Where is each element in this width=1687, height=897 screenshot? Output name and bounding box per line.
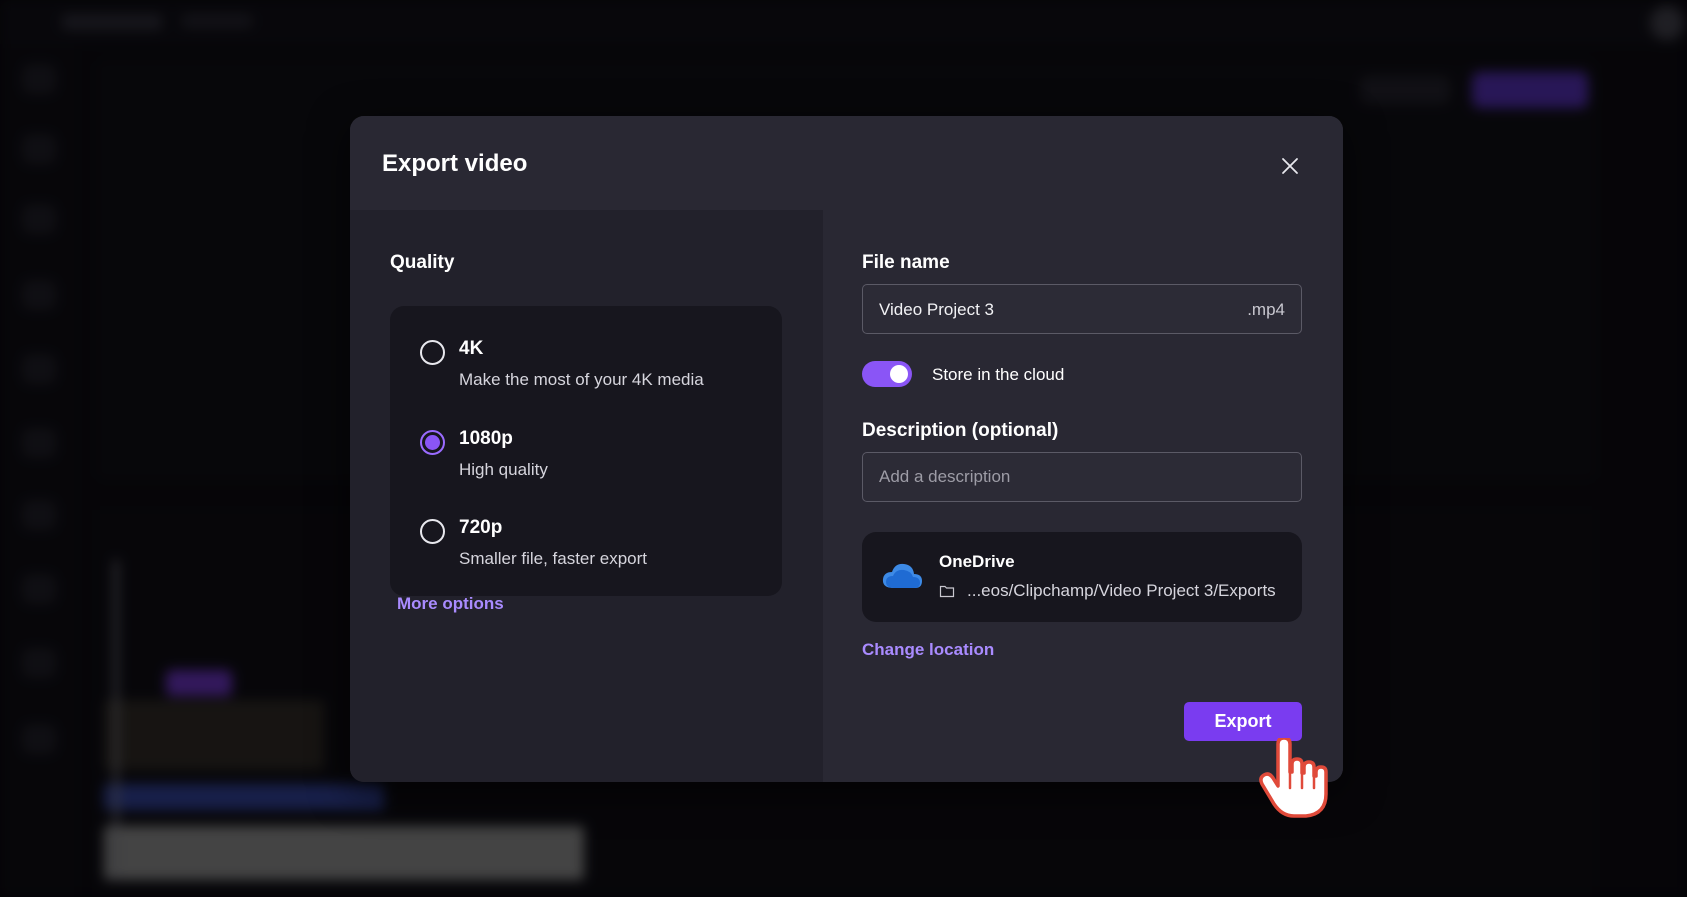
quality-option-subtitle: High quality [459, 460, 548, 479]
export-dialog: Export video Quality 4K Make the most of… [350, 116, 1343, 782]
file-name-input[interactable]: Video Project 3 .mp4 [862, 284, 1302, 334]
close-icon [1282, 158, 1298, 174]
close-button[interactable] [1274, 150, 1306, 182]
storage-provider-name: OneDrive [939, 552, 1015, 571]
file-name-value: Video Project 3 [879, 300, 994, 319]
quality-option-subtitle: Make the most of your 4K media [459, 370, 704, 389]
change-location-link[interactable]: Change location [862, 640, 994, 660]
quality-option-subtitle: Smaller file, faster export [459, 549, 648, 568]
quality-label: Quality [390, 252, 455, 273]
hand-pointer-cursor-icon [1259, 738, 1328, 818]
file-name-label: File name [862, 252, 950, 273]
quality-option-title: 720p [459, 517, 503, 538]
radio-720p[interactable] [420, 519, 445, 544]
save-location-card: OneDrive ...eos/Clipchamp/Video Project … [862, 532, 1302, 622]
radio-1080p[interactable] [420, 430, 445, 455]
dialog-header: Export video [350, 116, 1343, 210]
file-extension: .mp4 [1247, 300, 1285, 319]
dialog-title: Export video [382, 150, 528, 177]
toggle-knob [890, 365, 908, 383]
description-label: Description (optional) [862, 420, 1059, 441]
store-in-cloud-label: Store in the cloud [932, 365, 1065, 384]
store-in-cloud-toggle[interactable] [862, 361, 912, 387]
export-button[interactable]: Export [1184, 702, 1302, 741]
onedrive-cloud-icon [882, 563, 922, 588]
quality-option-1080p[interactable]: 1080p High quality [390, 424, 782, 500]
quality-option-title: 1080p [459, 428, 513, 449]
folder-icon [939, 585, 955, 598]
description-input[interactable] [863, 453, 1301, 501]
quality-option-title: 4K [459, 338, 484, 359]
quality-options: 4K Make the most of your 4K media 1080p … [390, 306, 782, 596]
storage-path: ...eos/Clipchamp/Video Project 3/Exports [967, 581, 1276, 600]
more-options-link[interactable]: More options [397, 594, 504, 614]
quality-option-720p[interactable]: 720p Smaller file, faster export [390, 513, 782, 589]
description-field[interactable] [862, 452, 1302, 502]
radio-4k[interactable] [420, 340, 445, 365]
quality-option-4k[interactable]: 4K Make the most of your 4K media [390, 334, 782, 410]
